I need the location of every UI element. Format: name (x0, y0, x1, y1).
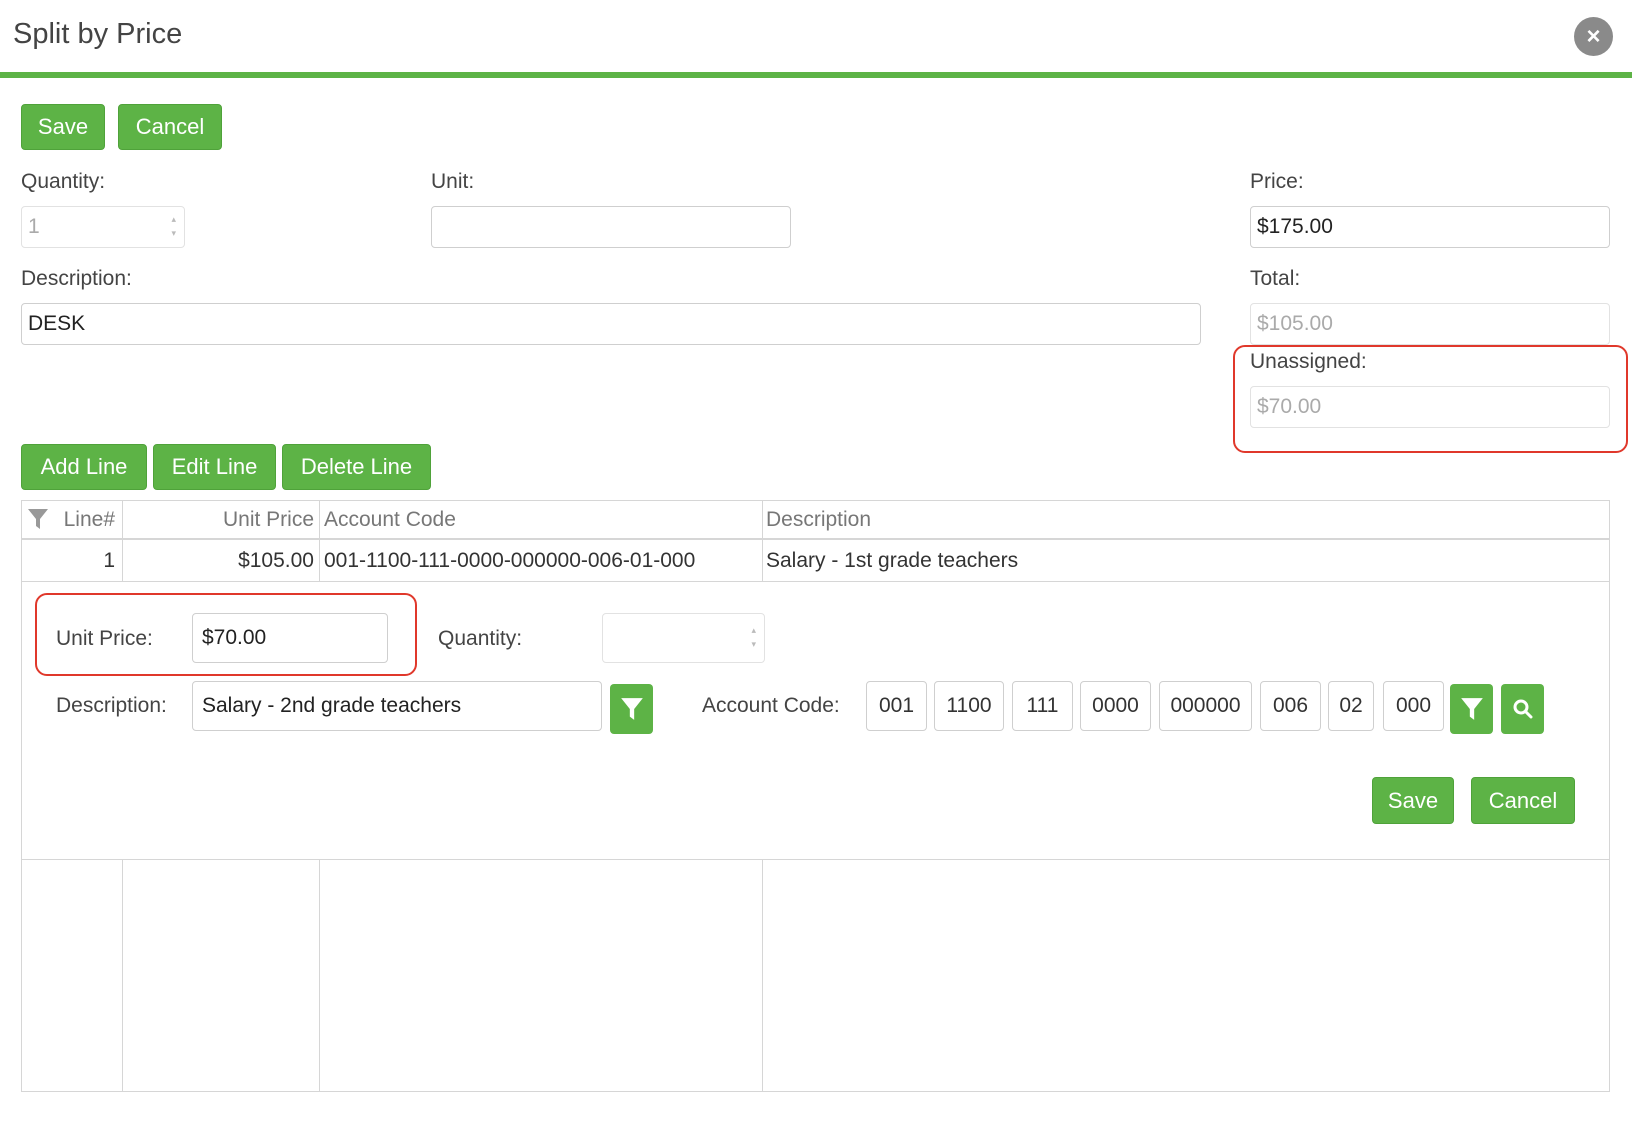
editor-description-value: Salary - 2nd grade teachers (202, 694, 462, 717)
quantity-field: 1 ▴ ▾ (21, 206, 185, 248)
col-header-unit-price[interactable]: Unit Price (223, 501, 314, 539)
account-segment-4[interactable]: 0000 (1080, 681, 1151, 731)
cancel-button[interactable]: Cancel (118, 104, 222, 150)
account-segment-5[interactable]: 000000 (1159, 681, 1252, 731)
filter-icon (620, 698, 643, 720)
account-segment-2[interactable]: 1100 (934, 681, 1004, 731)
row-divider (22, 581, 1609, 582)
col-header-description[interactable]: Description (766, 501, 871, 539)
editor-quantity-spinner-icon: ▴ ▾ (751, 625, 756, 649)
total-field: $105.00 (1250, 303, 1610, 345)
quantity-label: Quantity: (21, 170, 106, 193)
quantity-spinner-icon: ▴ ▾ (171, 214, 176, 238)
save-button[interactable]: Save (21, 104, 105, 150)
unassigned-value: $70.00 (1257, 395, 1322, 418)
editor-unit-price-value: $70.00 (202, 626, 267, 649)
description-field[interactable]: DESK (21, 303, 1201, 345)
editor-quantity-label: Quantity: (438, 627, 523, 650)
account-segment-3[interactable]: 111 (1012, 681, 1073, 731)
account-search-button[interactable] (1501, 684, 1544, 734)
quantity-value: 1 (28, 215, 40, 238)
editor-description-input[interactable]: Salary - 2nd grade teachers (192, 681, 602, 731)
unit-label: Unit: (431, 170, 475, 193)
editor-cancel-button[interactable]: Cancel (1471, 777, 1575, 824)
editor-unit-price-input[interactable]: $70.00 (192, 613, 388, 663)
account-segment-1[interactable]: 001 (866, 681, 927, 731)
editor-description-label: Description: (56, 694, 167, 717)
description-label: Description: (21, 267, 132, 290)
header-divider (0, 72, 1632, 78)
dialog-title: Split by Price (13, 18, 183, 50)
col-divider (122, 859, 123, 1092)
col-divider (762, 859, 763, 1092)
description-value: DESK (28, 312, 86, 335)
col-header-line[interactable]: Line# (64, 501, 115, 539)
account-segment-6[interactable]: 006 (1260, 681, 1321, 731)
price-field[interactable]: $175.00 (1250, 206, 1610, 248)
price-value: $175.00 (1257, 215, 1333, 238)
unassigned-label: Unassigned: (1250, 350, 1367, 373)
price-label: Price: (1250, 170, 1304, 193)
account-segment-8[interactable]: 000 (1383, 681, 1444, 731)
editor-save-button[interactable]: Save (1372, 777, 1454, 824)
table-row[interactable]: 1 $105.00 001-1100-111-0000-000000-006-0… (22, 542, 1609, 580)
close-icon[interactable]: × (1574, 17, 1613, 56)
row-description: Salary - 1st grade teachers (766, 549, 1019, 572)
unit-field[interactable] (431, 206, 791, 248)
delete-line-button[interactable]: Delete Line (282, 444, 431, 490)
account-segment-7[interactable]: 02 (1328, 681, 1374, 731)
total-value: $105.00 (1257, 312, 1333, 335)
row-unit-price: $105.00 (238, 549, 314, 572)
grid-header: Line# Unit Price Account Code Descriptio… (22, 501, 1609, 540)
unassigned-field: $70.00 (1250, 386, 1610, 428)
col-divider (319, 859, 320, 1092)
filter-icon[interactable] (27, 507, 49, 536)
filter-icon (1460, 698, 1483, 720)
description-filter-button[interactable] (610, 684, 653, 734)
account-filter-button[interactable] (1450, 684, 1493, 734)
editor-bottom-divider (22, 859, 1609, 860)
row-line-number: 1 (103, 549, 115, 572)
search-icon (1513, 699, 1532, 719)
col-header-account-code[interactable]: Account Code (324, 501, 456, 539)
add-line-button[interactable]: Add Line (21, 444, 147, 490)
editor-quantity-input: ▴ ▾ (602, 613, 765, 663)
edit-line-button[interactable]: Edit Line (153, 444, 276, 490)
row-account-code: 001-1100-111-0000-000000-006-01-000 (324, 549, 696, 572)
editor-unit-price-label: Unit Price: (56, 627, 153, 650)
editor-account-code-label: Account Code: (702, 694, 840, 717)
total-label: Total: (1250, 267, 1301, 290)
